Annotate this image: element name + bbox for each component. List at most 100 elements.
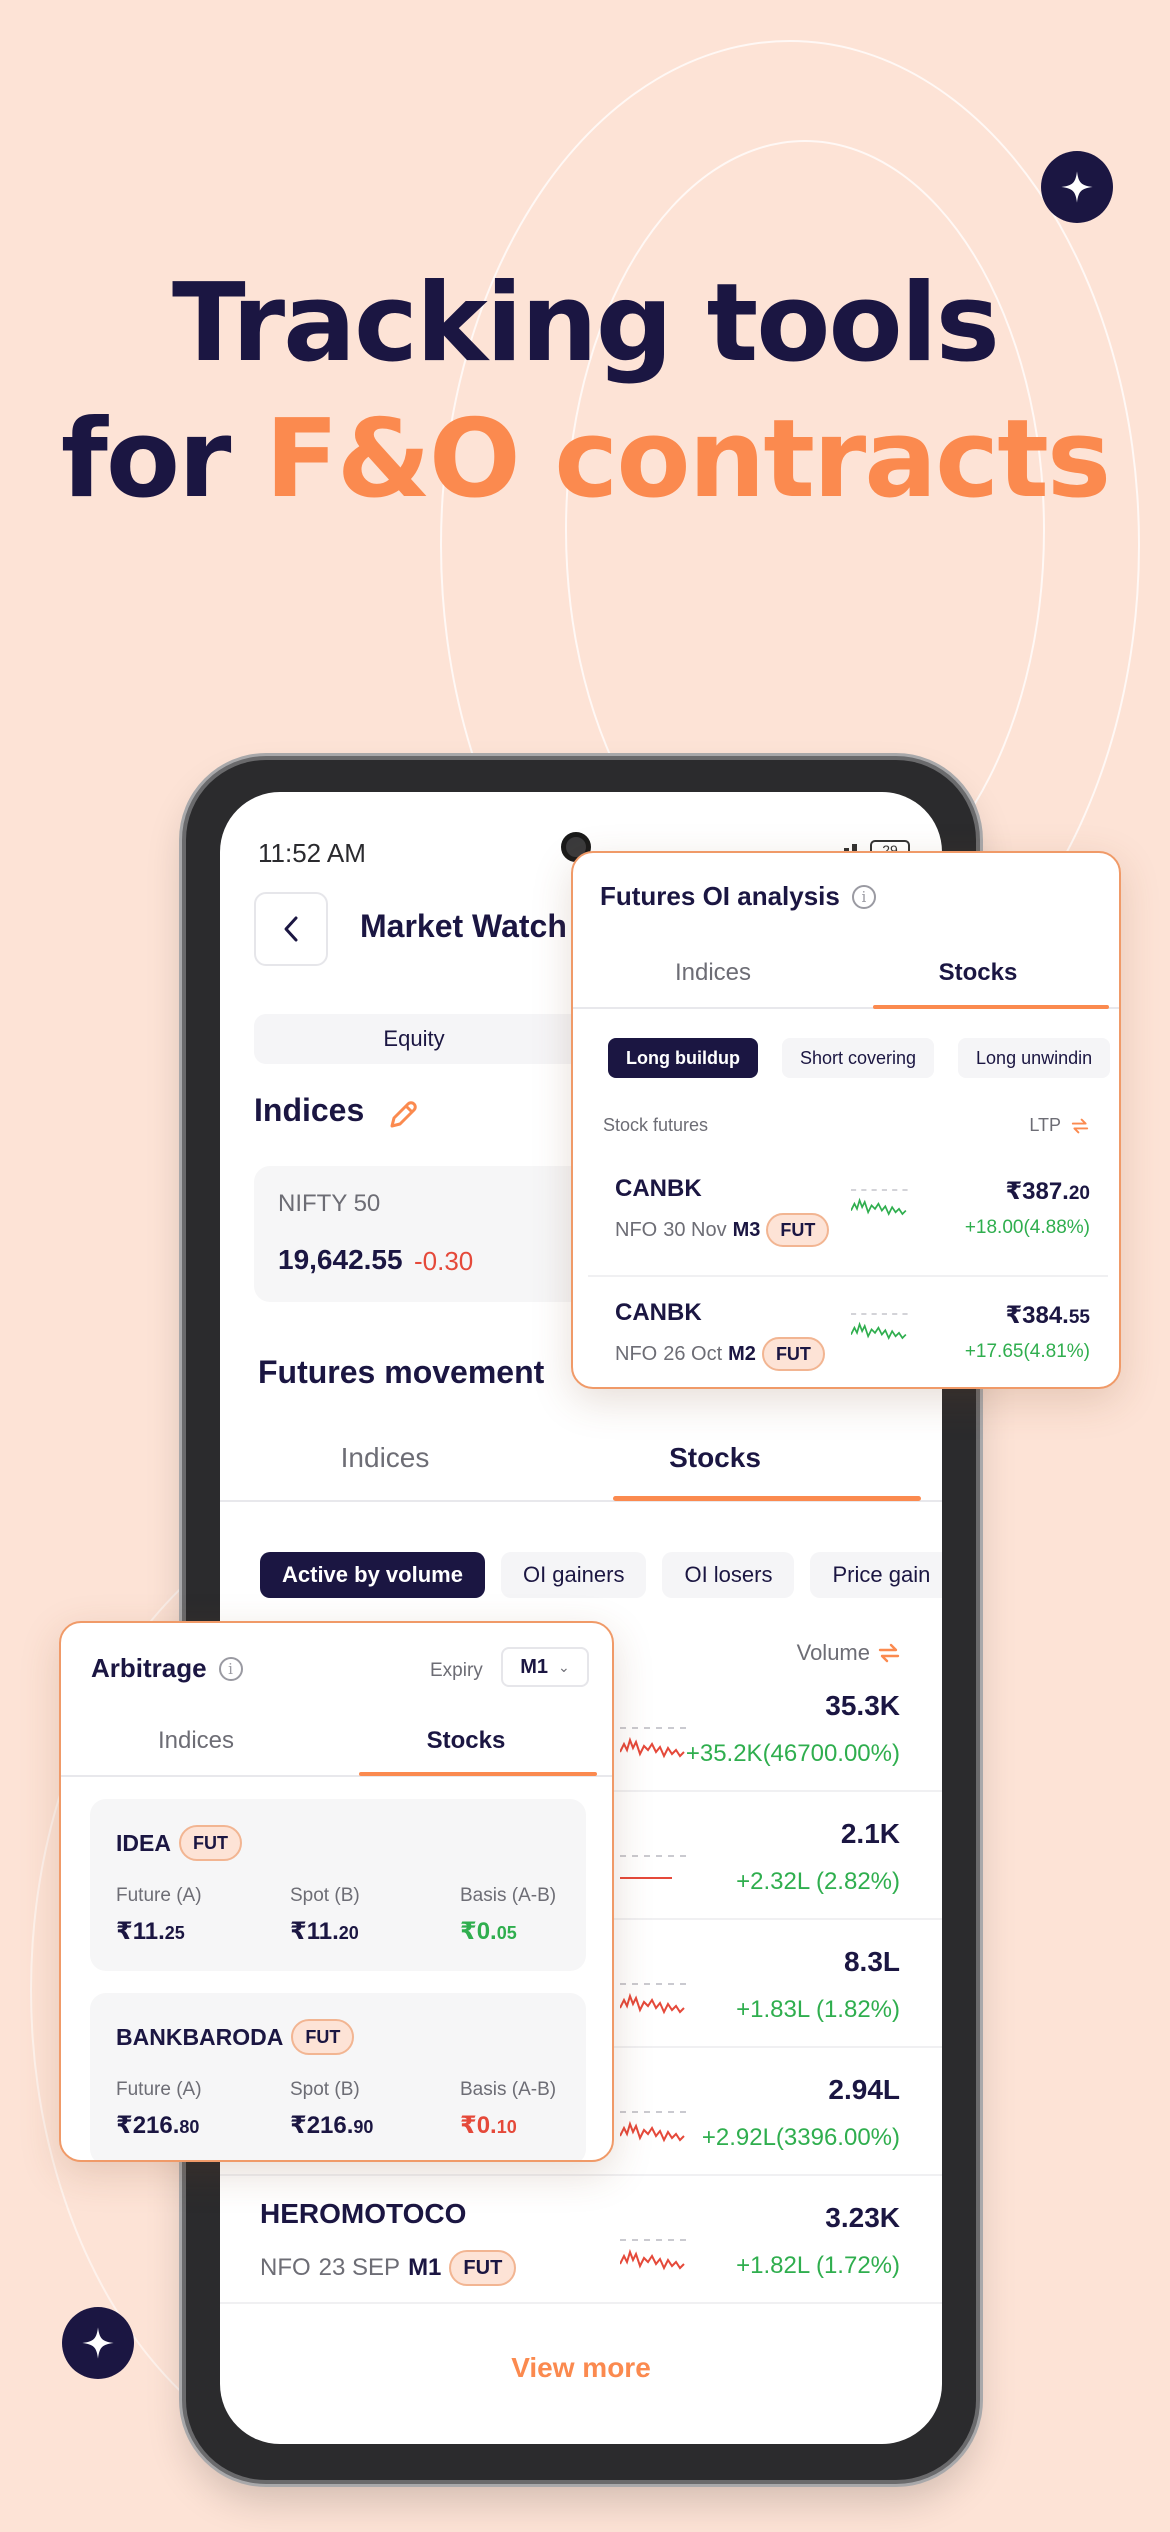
spot-main: ₹216. — [290, 2112, 354, 2139]
sparkline-chart — [620, 1855, 686, 1879]
future-label: Future (A) — [116, 2079, 202, 2100]
future-decimal: 25 — [164, 1923, 185, 1943]
back-button[interactable] — [254, 892, 328, 966]
contract-type-badge: FUT — [761, 1337, 825, 1371]
volume-value: 2.1K — [840, 1818, 900, 1849]
symbol-name: CANBK — [615, 1175, 702, 1202]
spot-value: ₹11.20 — [290, 1917, 360, 1946]
ltp-decimal: 20 — [1068, 1183, 1090, 1204]
headline-prefix: for — [60, 397, 265, 522]
expiry-date: 26 Oct — [663, 1342, 723, 1365]
basis-decimal: 10 — [496, 2117, 517, 2137]
symbol-name: CANBK — [615, 1299, 702, 1326]
tab-indices[interactable]: Indices — [101, 1727, 291, 1755]
symbol-name: IDEA — [116, 1829, 171, 1856]
arbitrage-item[interactable]: IDEA FUT Future (A) ₹11.25 Spot (B) ₹11.20 Bas… — [90, 1799, 586, 1971]
filter-price-gainers[interactable]: Price gain — [810, 1552, 942, 1598]
sparkline-chart — [850, 1313, 908, 1341]
segment-equity[interactable]: Equity — [254, 1014, 574, 1064]
view-more-link[interactable]: View more — [220, 2352, 942, 2384]
contract-meta: NFO 26 Oct M2 FUT — [615, 1337, 825, 1371]
future-column: Future (A) ₹216.80 — [116, 2079, 202, 2140]
contract-meta: NFO 23 SEP M1 FUT — [260, 2250, 517, 2286]
index-change: -0.30 — [414, 1246, 474, 1276]
tab-stocks[interactable]: Stocks — [873, 959, 1083, 987]
spot-label: Spot (B) — [290, 2079, 360, 2100]
filter-oi-losers[interactable]: OI losers — [662, 1552, 795, 1598]
info-icon[interactable]: i — [218, 1656, 243, 1681]
sparkline — [850, 1301, 911, 1351]
filter-long-buildup[interactable]: Long buildup — [608, 1038, 758, 1078]
sparkle-icon — [1061, 171, 1093, 203]
series: M1 — [408, 2254, 442, 2281]
sparkline-line — [619, 1736, 685, 1759]
basis-decimal: 05 — [496, 1923, 517, 1943]
volume-sort-header[interactable]: Volume — [797, 1640, 900, 1666]
filter-short-covering[interactable]: Short covering — [781, 1038, 935, 1078]
ltp-column-label: LTP — [1029, 1115, 1061, 1135]
arbitrage-item[interactable]: BANKBARODA FUT Future (A) ₹216.80 Spot (B) ₹2… — [90, 1993, 586, 2160]
volume-change: +1.82L (1.72%) — [736, 2252, 900, 2279]
futures-oi-title: Futures OI analysis i — [600, 881, 876, 912]
info-icon[interactable]: i — [851, 884, 876, 909]
filter-long-unwinding[interactable]: Long unwindin — [958, 1038, 1111, 1078]
tab-indices[interactable]: Indices — [613, 959, 813, 987]
future-value: ₹11.25 — [116, 1917, 202, 1946]
sparkle-badge — [1041, 151, 1113, 223]
pencil-icon[interactable] — [386, 1098, 420, 1132]
ltp-value: ₹384.55 — [1005, 1301, 1090, 1330]
sparkle-badge — [62, 2307, 134, 2379]
sparkline-chart — [619, 2239, 686, 2271]
contract-type-badge: FUT — [178, 1825, 242, 1861]
sparkline-line — [619, 2248, 685, 2271]
volume-value: 35.3K — [825, 1690, 900, 1721]
active-tab-indicator — [613, 1496, 921, 1501]
expiry-label: Expiry — [430, 1660, 483, 1681]
future-label: Future (A) — [116, 1885, 202, 1906]
symbol-name: BANKBARODA — [116, 2023, 284, 2050]
basis-label: Basis (A-B) — [460, 2079, 557, 2100]
ltp-decimal: 55 — [1068, 1307, 1090, 1328]
volume-change: +35.2K(46700.00%) — [685, 1740, 900, 1767]
spot-decimal: 90 — [353, 2117, 374, 2137]
sparkline-line — [850, 1321, 907, 1341]
ltp-sort-header[interactable]: LTP — [1029, 1115, 1089, 1136]
volume-value: 2.94L — [828, 2074, 900, 2105]
sparkline — [619, 2226, 690, 2282]
sparkline-chart — [619, 1727, 686, 1759]
arbitrage-card: Arbitrage i Expiry M1 ⌄ Indices Stocks I… — [59, 1621, 614, 2162]
status-time: 11:52 AM — [258, 838, 366, 868]
future-main: ₹216. — [116, 2112, 180, 2139]
sparkline-chart — [850, 1189, 908, 1217]
exchange: NFO — [260, 2254, 311, 2281]
page-title: Market Watch — [360, 908, 567, 944]
volume-value: 8.3L — [843, 1946, 900, 1977]
spot-value: ₹216.90 — [290, 2111, 373, 2140]
oi-row[interactable]: CANBK NFO 26 Oct M2 FUT ₹384.55 +17.65(4.81%) — [588, 1277, 1108, 1387]
filter-active-by-volume[interactable]: Active by volume — [260, 1552, 485, 1598]
headline-highlight: F&O contracts — [264, 397, 1111, 522]
ltp-main: ₹387. — [1005, 1178, 1069, 1205]
arbitrage-title: Arbitrage i — [91, 1653, 243, 1684]
exchange: NFO — [615, 1342, 658, 1365]
futures-oi-analysis-card: Futures OI analysis i Indices Stocks Lon… — [571, 851, 1121, 1389]
futures-movement-heading: Futures movement — [258, 1354, 545, 1390]
contract-meta: NFO 30 Nov M3 FUT — [615, 1213, 830, 1247]
expiry-dropdown[interactable]: M1 ⌄ — [501, 1647, 589, 1687]
volume-change: +1.83L (1.82%) — [736, 1996, 900, 2023]
tab-stocks[interactable]: Stocks — [361, 1727, 571, 1755]
futures-row[interactable]: HEROMOTOCO NFO 23 SEP M1 FUT 3.23K +1.82L (1.7… — [220, 2176, 942, 2304]
indices-heading: Indices — [254, 1092, 365, 1128]
filter-oi-gainers[interactable]: OI gainers — [500, 1552, 647, 1598]
futures-oi-title-text: Futures OI analysis — [600, 881, 840, 911]
symbol: BANKBARODA FUT — [116, 2019, 355, 2055]
sparkline-line — [850, 1197, 907, 1217]
tab-indices[interactable]: Indices — [270, 1442, 500, 1474]
spot-main: ₹11. — [290, 1918, 339, 1945]
arbitrage-tabs: Indices Stocks — [61, 1713, 612, 1777]
sparkline — [850, 1177, 911, 1227]
tab-stocks[interactable]: Stocks — [600, 1442, 830, 1474]
sparkline-chart — [619, 1983, 686, 2015]
oi-row[interactable]: CANBK NFO 30 Nov M3 FUT ₹387.20 +18.00(4.88%) — [588, 1153, 1108, 1277]
basis-value: ₹0.05 — [460, 1917, 556, 1946]
